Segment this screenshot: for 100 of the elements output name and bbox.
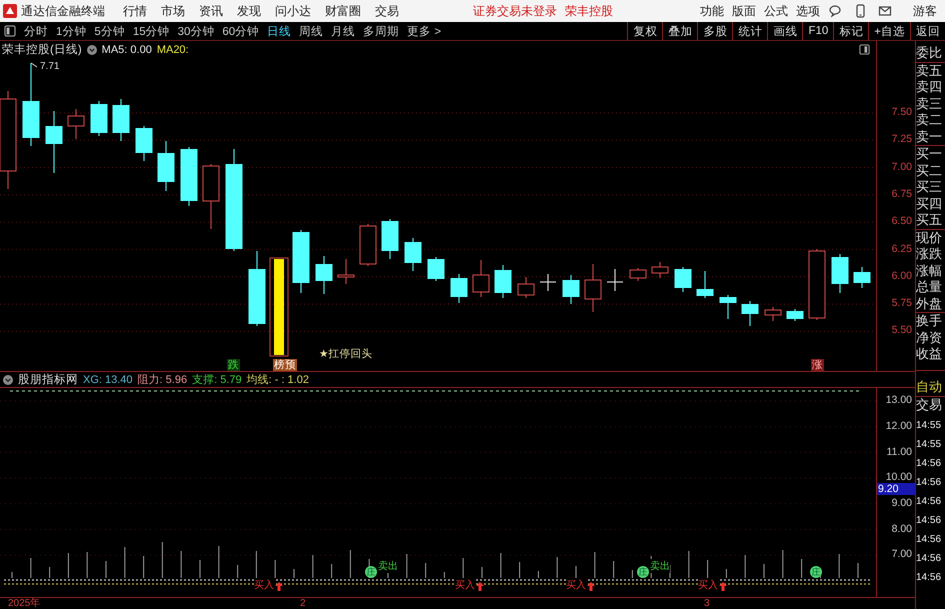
axis-tick-label: 12.00 [886,420,912,432]
candlestick [696,270,714,298]
chevron-down-icon[interactable] [86,44,97,54]
panel-toggle-icon[interactable] [4,25,16,37]
period-tab[interactable]: 周线 [299,24,324,38]
signal-badge: 庄 [365,566,377,578]
candlestick [360,224,376,266]
candlestick [540,274,556,292]
trade-time: 14:56 [916,571,942,585]
signal-label: 卖出 [378,559,398,574]
axis-tick-label: 7.00 [892,160,912,173]
up-arrow-icon [476,582,484,591]
quote-field-label: 卖四 [916,79,943,96]
candlestick [606,268,624,292]
axis-tick-label: 8.00 [892,522,912,535]
trade-time: 14:56 [916,495,942,509]
period-tab[interactable]: 1分钟 [56,24,86,38]
axis-tick-label: 6.75 [892,188,912,200]
menu-item[interactable]: 选项 [796,2,820,20]
candlestick [68,108,84,140]
menu-item[interactable]: 公式 [764,2,788,20]
signal-marker: 涨 [811,359,824,371]
quote-field-label: 换手 [916,313,943,330]
period-tab[interactable]: 多周期 [363,24,400,38]
candlestick [382,218,398,260]
candlestick [652,262,668,278]
app-logo-icon [3,4,17,18]
quote-field-label: 买二 [916,162,943,179]
quote-field-label: 卖五 [916,62,943,79]
indicator-value: 支撑: 5.79 [192,373,242,388]
peak-price-label: 7.71 [40,61,60,72]
trade-header: 交易 [916,396,943,413]
period-tab[interactable]: 60分钟 [222,24,260,38]
period-tab[interactable]: 15分钟 [132,24,170,38]
menu-item[interactable]: 交易 [375,2,399,20]
status-text: 荣丰控股 [565,2,613,20]
up-arrow-icon [275,582,283,591]
signal-marker: 跌 [227,359,240,371]
user-name[interactable]: 游客 [913,2,937,20]
indicator-value: XG: 13.40 [83,374,133,386]
candlestick [316,256,332,294]
period-tab[interactable]: 30分钟 [178,24,214,38]
signal-label: 买入 [455,578,475,592]
axis-tick-label: 7.50 [892,106,912,118]
candlestick [518,276,534,298]
period-tab[interactable]: 分时 [24,24,48,38]
candlestick [404,238,422,272]
signal-badge: 庄 [810,566,822,578]
candlestick [90,100,108,136]
menu-item[interactable]: 资讯 [199,2,223,20]
signal-label: 卖出 [650,559,670,574]
trade-time: 14:56 [916,552,942,566]
quote-field-label: 现价 [916,230,943,246]
menu-item[interactable]: 发现 [237,2,261,20]
menu-item[interactable]: 行情 [123,2,147,20]
axis-tick-label: 6.25 [892,242,912,254]
signal-label: 买入 [566,578,586,592]
period-tab[interactable]: 日线 [267,24,292,38]
menu-item[interactable]: 市场 [161,2,185,20]
mail-icon[interactable] [878,4,892,18]
quote-field-label: 净资 [916,330,943,346]
axis-tick-label: 7.25 [892,133,912,146]
period-tab[interactable]: 月线 [331,24,356,38]
quote-field-label: 买三 [916,179,943,196]
quote-field-label: 外盘 [916,296,943,312]
candlestick [720,294,736,320]
candlestick [854,266,870,288]
menu-item[interactable]: 问小达 [275,2,311,20]
indicator-name: 股朋指标网 [18,372,78,388]
candlestick [338,258,354,284]
trade-time: 14:56 [916,533,942,547]
quote-field-label: 卖二 [916,112,943,128]
trade-time: 14:56 [916,457,942,471]
signal-marker: ★扛停回头 [318,348,374,360]
chevron-down-icon[interactable] [3,374,13,385]
candlestick [450,274,468,304]
candlestick [202,164,220,230]
quote-field-label: 买一 [916,146,943,162]
candlestick [428,256,444,282]
chat-bubble-icon[interactable] [828,4,842,18]
mode-label[interactable]: 自动 [916,379,945,396]
candlestick [112,98,130,142]
indicator-value: MA20: [156,44,189,56]
menu-item[interactable]: 版面 [732,2,756,20]
axis-tick-label: 5.50 [892,324,912,336]
menu-item[interactable]: 功能 [700,2,724,20]
period-tab[interactable]: 5分钟 [94,24,125,38]
quote-field-label: 总量 [916,279,943,296]
axis-tick-label: 5.75 [892,297,912,310]
menu-item[interactable]: 财富圈 [325,2,361,20]
time-axis-label: 3 [704,598,710,609]
axis-tick-label: 7.00 [892,548,912,560]
period-tab[interactable]: 更多 > [407,24,442,38]
chart-title: 荣丰控股(日线) [2,42,82,57]
signal-marker: 榜预 [273,359,297,371]
quote-field-label: 卖三 [916,96,943,112]
quote-field-label: 涨幅 [916,262,943,279]
trade-time: 14:55 [916,438,942,452]
panel-toggle-icon[interactable] [859,44,870,55]
candlestick [742,300,758,326]
